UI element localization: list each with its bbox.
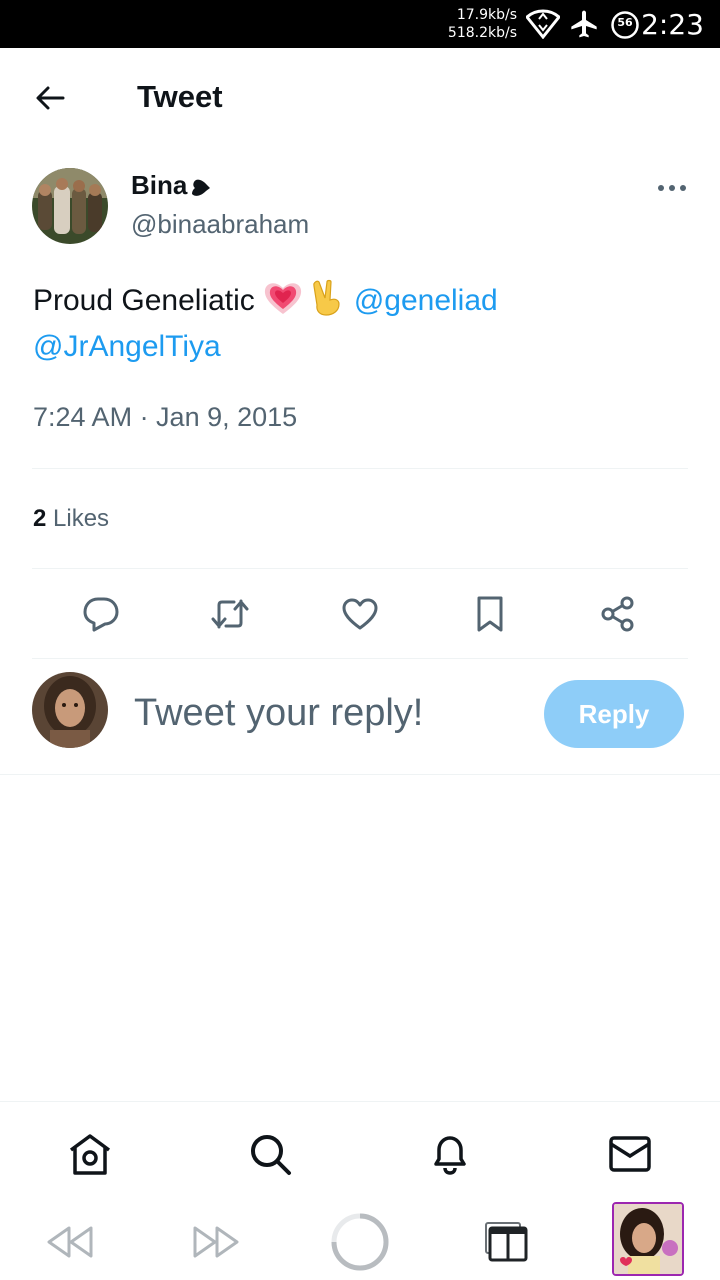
messages-icon: [609, 1136, 651, 1172]
airplane-icon: [571, 10, 597, 38]
browser-back-button[interactable]: [40, 1212, 100, 1272]
loading-icon: [331, 1213, 389, 1271]
tabs-icon: [485, 1222, 528, 1262]
bookmark-icon: [477, 596, 503, 632]
tweet-actions: [0, 590, 720, 638]
nav-home[interactable]: [66, 1130, 114, 1178]
notifications-icon: [434, 1136, 466, 1175]
black-heart-icon: [192, 179, 211, 196]
status-bar: 17.9kb/s 518.2kb/s 56 2:23: [0, 0, 720, 48]
retweet-button[interactable]: [206, 590, 254, 638]
wifi-icon: [526, 9, 560, 39]
download-speed: 518.2kb/s: [447, 25, 517, 41]
divider: [32, 568, 688, 569]
more-options-button[interactable]: [652, 176, 692, 200]
like-button[interactable]: [336, 590, 384, 638]
forward-icon: [193, 1226, 239, 1258]
browser-tabs-button[interactable]: [476, 1212, 536, 1272]
victory-hand-emoji: [313, 279, 341, 316]
battery-level: 56: [617, 16, 633, 29]
tab-thumbnail-image: [614, 1204, 682, 1274]
mention-jrangeltiya[interactable]: @JrAngelTiya: [33, 330, 221, 363]
divider: [32, 468, 688, 469]
search-icon: [251, 1135, 291, 1175]
more-icon: [658, 185, 686, 191]
user-avatar-image: [32, 672, 108, 748]
home-icon: [69, 1134, 111, 1175]
nav-messages[interactable]: [606, 1130, 654, 1178]
clock: 2:23: [641, 8, 704, 41]
like-icon: [342, 598, 378, 630]
growing-heart-emoji: [265, 283, 302, 314]
network-speed: 17.9kb/s 518.2kb/s: [448, 6, 517, 42]
share-icon: [601, 596, 634, 632]
reply-icon: [83, 597, 119, 632]
likes-label: Likes: [53, 505, 110, 532]
browser-reload-button[interactable]: [330, 1212, 390, 1272]
reply-submit-button[interactable]: Reply: [544, 680, 684, 748]
tab-thumbnail[interactable]: [612, 1202, 684, 1276]
back-arrow-icon: [36, 86, 65, 110]
nav-search[interactable]: [246, 1130, 294, 1178]
tweet-timestamp[interactable]: 7:24 AM · Jan 9, 2015: [33, 402, 297, 433]
page-title: Tweet: [137, 79, 223, 114]
browser-forward-button[interactable]: [186, 1212, 246, 1272]
tweet-text: Proud Geneliatic @geneliad @JrAngelTiya: [33, 278, 693, 370]
header: Tweet: [0, 48, 720, 148]
reply-input[interactable]: [134, 688, 524, 738]
tweet-text-plain: Proud Geneliatic: [33, 284, 255, 317]
author-name[interactable]: Bina: [131, 170, 211, 201]
author-avatar[interactable]: [32, 168, 108, 244]
user-avatar[interactable]: [32, 672, 108, 748]
mention-geneliad[interactable]: @geneliad: [354, 284, 498, 317]
likes-count[interactable]: 2 Likes: [33, 505, 109, 533]
reply-button[interactable]: [77, 590, 125, 638]
back-button[interactable]: [30, 78, 70, 118]
author-name-text: Bina: [131, 170, 188, 200]
share-button[interactable]: [594, 590, 642, 638]
likes-number: 2: [33, 505, 47, 532]
author-avatar-image: [32, 168, 108, 244]
nav-notifications[interactable]: [426, 1130, 474, 1178]
back-rewind-icon: [47, 1226, 93, 1258]
upload-speed: 17.9kb/s: [456, 7, 517, 23]
bookmark-button[interactable]: [466, 590, 514, 638]
divider: [32, 658, 688, 659]
retweet-icon: [211, 599, 249, 629]
bottom-navigation: [0, 1101, 720, 1201]
divider: [0, 774, 720, 775]
author-handle[interactable]: @binaabraham: [131, 209, 309, 240]
